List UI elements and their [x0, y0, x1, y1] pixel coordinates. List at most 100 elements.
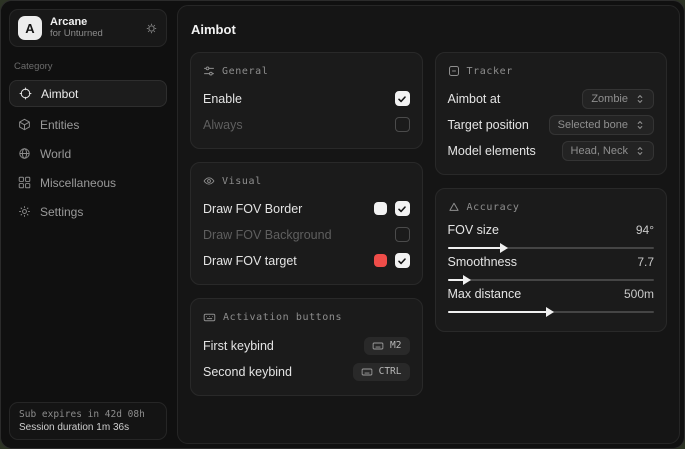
sidebar-item-label: Miscellaneous	[40, 176, 116, 190]
setting-label: Model elements	[448, 144, 536, 158]
setting-row-first-keybind: First keybind M2	[203, 334, 410, 357]
category-label: Category	[14, 61, 167, 72]
sidebar-item-miscellaneous[interactable]: Miscellaneous	[9, 169, 167, 196]
logo-card: A Arcane for Unturned	[9, 9, 167, 47]
app-title: Arcane	[50, 16, 137, 29]
sidebar-item-aimbot[interactable]: Aimbot	[9, 80, 167, 107]
aimbot-at-dropdown[interactable]: Zombie	[582, 89, 654, 109]
model-elements-dropdown[interactable]: Head, Neck	[562, 141, 654, 161]
dropdown-value: Selected bone	[558, 119, 628, 131]
always-checkbox[interactable]	[395, 117, 410, 132]
setting-row-fov-border: Draw FOV Border	[203, 197, 410, 220]
setting-label: Draw FOV target	[203, 254, 297, 268]
page-title: Aimbot	[191, 22, 667, 37]
slider-value: 7.7	[637, 255, 654, 269]
color-swatch[interactable]	[374, 254, 387, 267]
second-keybind-button[interactable]: CTRL	[353, 363, 410, 381]
panel-title: Activation buttons	[223, 312, 342, 323]
dropdown-value: Head, Neck	[571, 145, 628, 157]
setting-label: First keybind	[203, 339, 274, 353]
setting-label: Aimbot at	[448, 92, 501, 106]
slider-value: 94°	[636, 223, 654, 237]
setting-label: Draw FOV Background	[203, 228, 332, 242]
gear-icon	[18, 205, 31, 218]
setting-row-target-position: Target position Selected bone	[448, 113, 655, 136]
right-column: Tracker Aimbot at Zombie	[435, 52, 668, 332]
tune-icon	[203, 65, 215, 77]
key-label: M2	[390, 340, 401, 351]
slider-thumb[interactable]	[500, 243, 508, 253]
sidebar: A Arcane for Unturned Category	[1, 1, 175, 448]
panel-title: General	[222, 66, 268, 77]
sidebar-item-settings[interactable]: Settings	[9, 198, 167, 225]
setting-row-aimbot-at: Aimbot at Zombie	[448, 87, 655, 110]
crosshair-icon	[19, 87, 32, 100]
sub-expiry-text: Sub expires in 42d 08h	[19, 409, 157, 420]
visual-panel: Visual Draw FOV Border	[190, 162, 423, 285]
fov-border-checkbox[interactable]	[395, 201, 410, 216]
slider-value: 500m	[624, 287, 654, 301]
sidebar-item-label: World	[40, 147, 71, 161]
app-subtitle: for Unturned	[50, 29, 137, 40]
main-content: Aimbot General	[177, 5, 680, 444]
sidebar-item-entities[interactable]: Entities	[9, 111, 167, 138]
setting-row-second-keybind: Second keybind CTRL	[203, 360, 410, 383]
chevron-up-down-icon	[635, 146, 645, 156]
setting-label: Second keybind	[203, 365, 292, 379]
keyboard-icon	[361, 366, 373, 378]
color-swatch[interactable]	[374, 202, 387, 215]
setting-row-always: Always	[203, 113, 410, 136]
arcane-window: A Arcane for Unturned Category	[0, 0, 685, 449]
tracker-panel: Tracker Aimbot at Zombie	[435, 52, 668, 175]
fov-size-slider[interactable]	[448, 247, 655, 249]
fov-target-checkbox[interactable]	[395, 253, 410, 268]
smoothness-slider[interactable]	[448, 279, 655, 281]
key-label: CTRL	[379, 366, 402, 377]
chevron-up-down-icon	[635, 94, 645, 104]
setting-label: Draw FOV Border	[203, 202, 302, 216]
setting-label: Max distance	[448, 287, 522, 301]
sidebar-item-world[interactable]: World	[9, 140, 167, 167]
globe-icon	[18, 147, 31, 160]
fov-background-checkbox[interactable]	[395, 227, 410, 242]
panel-title: Accuracy	[467, 202, 520, 213]
session-duration-text: Session duration 1m 36s	[19, 422, 157, 433]
keyboard-icon	[372, 340, 384, 352]
logo-text: Arcane for Unturned	[50, 16, 137, 40]
setting-label: Always	[203, 118, 243, 132]
grid-icon	[18, 176, 31, 189]
triangle-icon	[448, 201, 460, 213]
dropdown-value: Zombie	[591, 93, 628, 105]
setting-row-enable: Enable	[203, 87, 410, 110]
setting-label: Target position	[448, 118, 529, 132]
accuracy-panel: Accuracy FOV size 94°	[435, 188, 668, 332]
slider-thumb[interactable]	[546, 307, 554, 317]
sidebar-nav: Aimbot Entities	[9, 80, 167, 227]
setting-row-model-elements: Model elements Head, Neck	[448, 139, 655, 162]
cube-icon	[18, 118, 31, 131]
setting-label: Smoothness	[448, 255, 517, 269]
max-distance-slider[interactable]	[448, 311, 655, 313]
subscription-status-card: Sub expires in 42d 08h Session duration …	[9, 402, 167, 440]
target-position-dropdown[interactable]: Selected bone	[549, 115, 654, 135]
setting-label: FOV size	[448, 223, 499, 237]
smoothness-slider-group: Smoothness 7.7	[448, 255, 655, 281]
first-keybind-button[interactable]: M2	[364, 337, 409, 355]
panel-title: Tracker	[467, 66, 513, 77]
gear-icon[interactable]	[145, 22, 158, 35]
setting-label: Enable	[203, 92, 242, 106]
activation-panel: Activation buttons First keybind M2	[190, 298, 423, 396]
max-distance-slider-group: Max distance 500m	[448, 287, 655, 313]
left-column: General Enable Always	[190, 52, 423, 396]
sidebar-item-label: Aimbot	[41, 87, 78, 101]
slider-thumb[interactable]	[463, 275, 471, 285]
keyboard-icon	[203, 311, 216, 324]
fov-size-slider-group: FOV size 94°	[448, 223, 655, 249]
scan-icon	[448, 65, 460, 77]
enable-checkbox[interactable]	[395, 91, 410, 106]
sidebar-spacer	[9, 227, 167, 402]
chevron-up-down-icon	[635, 120, 645, 130]
sidebar-item-label: Entities	[40, 118, 79, 132]
general-panel: General Enable Always	[190, 52, 423, 149]
setting-row-fov-background: Draw FOV Background	[203, 223, 410, 246]
